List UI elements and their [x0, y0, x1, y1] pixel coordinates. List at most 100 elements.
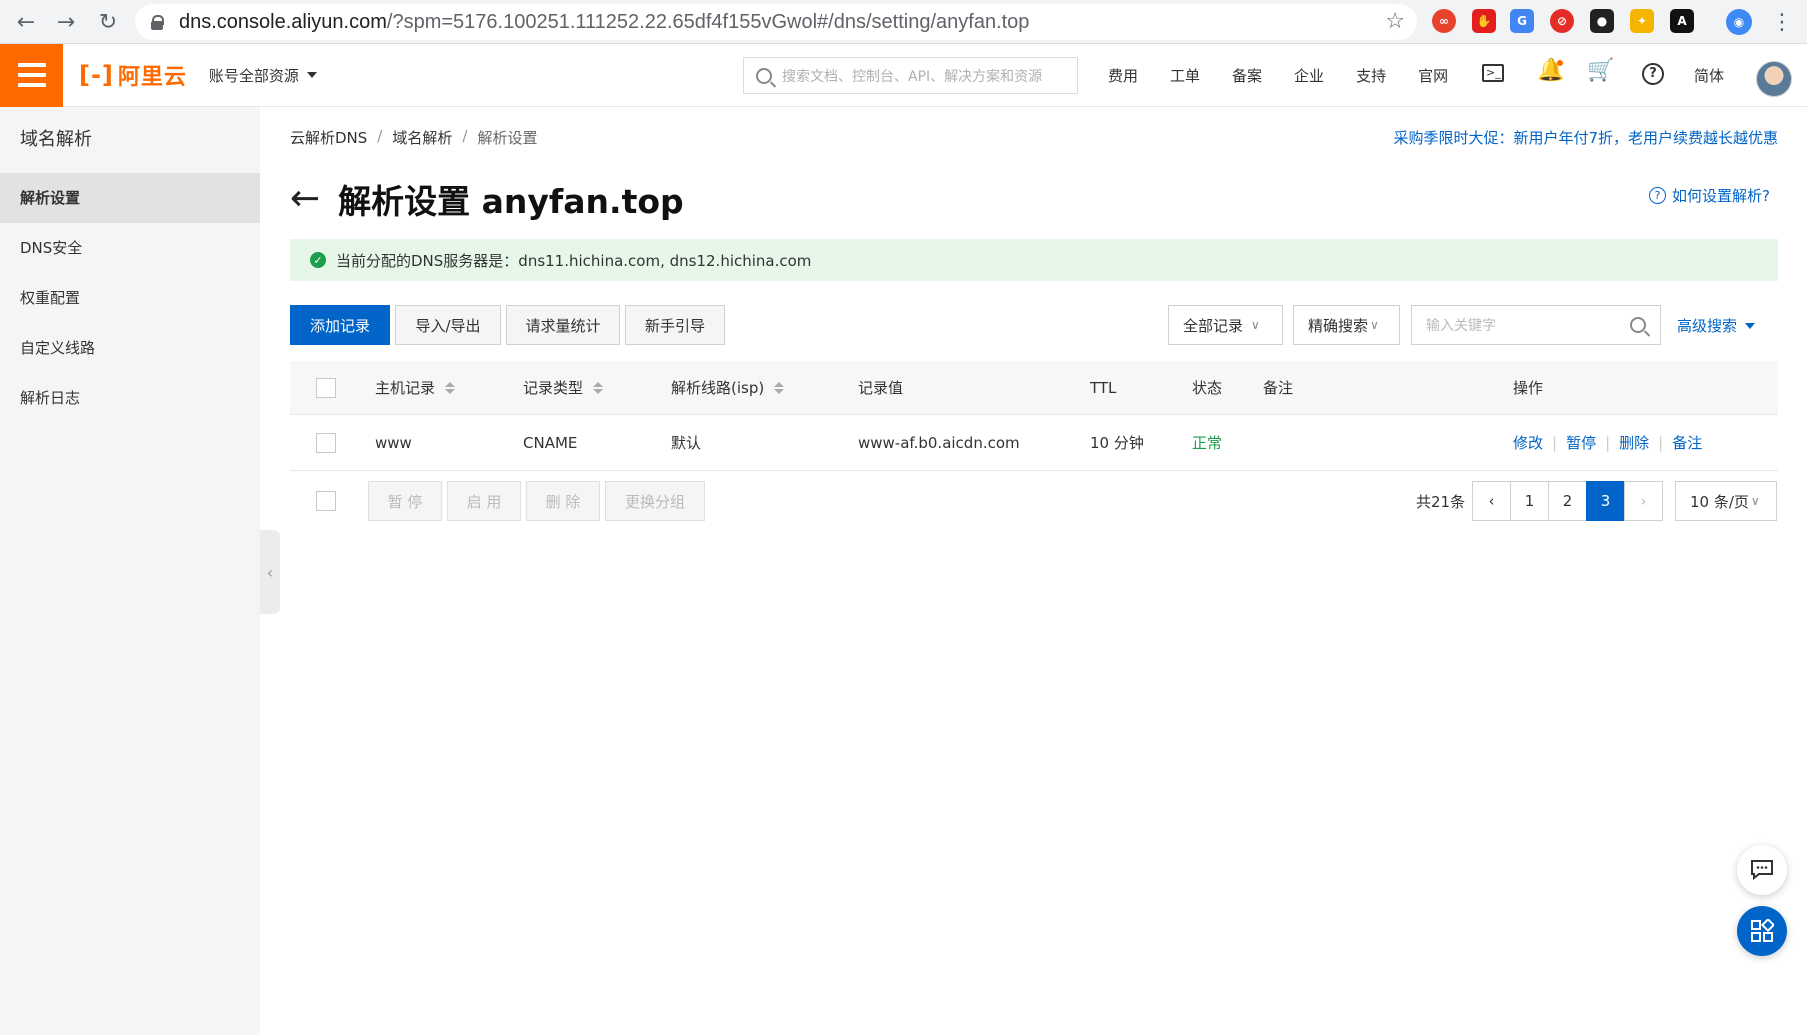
nav-enterprise[interactable]: 企业 [1294, 65, 1324, 86]
aliyun-logo[interactable]: [-] 阿里云 [79, 59, 187, 91]
advanced-search-link[interactable]: 高级搜索 [1677, 315, 1756, 336]
column-actions: 操作 [1513, 379, 1544, 397]
sort-icon[interactable] [774, 381, 785, 394]
check-circle-icon: ✓ [310, 252, 326, 268]
address-bar[interactable]: dns.console.aliyun.com/?spm=5176.100251.… [135, 4, 1417, 40]
extension-icon[interactable]: ⊘ [1550, 9, 1574, 33]
column-value: 记录值 [858, 379, 904, 397]
page-3[interactable]: 3 [1586, 481, 1625, 521]
sort-icon[interactable] [593, 381, 604, 394]
beginner-guide-button[interactable]: 新手引导 [625, 305, 725, 345]
question-icon: ? [1649, 187, 1667, 204]
prev-page-button[interactable]: ‹ [1472, 481, 1511, 521]
bulk-select-checkbox[interactable] [316, 491, 336, 511]
pause-link[interactable]: 暂停 [1566, 432, 1596, 453]
nav-tickets[interactable]: 工单 [1170, 65, 1200, 86]
total-count: 共21条 [1416, 493, 1466, 511]
sidebar-item-dns-settings[interactable]: 解析设置 [0, 173, 260, 223]
column-status: 状态 [1192, 379, 1223, 397]
column-line[interactable]: 解析线路(isp) [671, 361, 785, 414]
keyword-search-input[interactable]: 输入关键字 [1411, 305, 1661, 345]
record-toolbar: 添加记录 导入/导出 请求量统计 新手引导 全部记录 ∨ 精确搜索 ∨ 输入关键字 … [290, 305, 1778, 345]
nav-fees[interactable]: 费用 [1108, 65, 1138, 86]
status-badge: 正常 [1192, 434, 1223, 452]
reload-icon[interactable]: ↻ [88, 2, 128, 42]
breadcrumb: 云解析DNS / 域名解析 / 解析设置 [290, 127, 538, 148]
profile-icon[interactable]: ◉ [1726, 9, 1752, 35]
avatar[interactable] [1756, 61, 1792, 97]
bulk-pause-button[interactable]: 暂 停 [368, 481, 442, 521]
breadcrumb-cloud-dns[interactable]: 云解析DNS [290, 127, 367, 148]
search-icon[interactable] [1630, 317, 1646, 333]
dns-server-alert: ✓ 当前分配的DNS服务器是：dns11.hichina.com, dns12.… [290, 239, 1778, 281]
back-arrow-icon[interactable]: ← [290, 181, 320, 217]
search-icon [756, 67, 772, 84]
bulk-enable-button[interactable]: 启 用 [447, 481, 521, 521]
forward-icon[interactable]: → [46, 2, 86, 42]
add-record-button[interactable]: 添加记录 [290, 305, 390, 345]
row-actions: 修改 | 暂停 | 删除 | 备注 [1513, 432, 1703, 453]
hamburger-menu-icon[interactable] [0, 43, 63, 107]
adblock-icon[interactable]: ✋ [1472, 9, 1496, 33]
sidebar-item-dns-logs[interactable]: 解析日志 [0, 373, 260, 423]
account-resource-selector[interactable]: 账号全部资源 [209, 65, 317, 86]
extension-icon[interactable]: ● [1590, 9, 1614, 33]
page-1[interactable]: 1 [1510, 481, 1549, 521]
extension-icon[interactable]: ∞ [1432, 9, 1456, 33]
import-export-button[interactable]: 导入/导出 [395, 305, 501, 345]
row-checkbox[interactable] [316, 415, 336, 470]
help-icon[interactable]: ? [1642, 63, 1664, 85]
sidebar-item-weight-config[interactable]: 权重配置 [0, 273, 260, 323]
chevron-down-icon: ∨ [1370, 318, 1379, 332]
page-header: ← 解析设置 anyfan.top [290, 175, 684, 223]
apps-grid-icon [1751, 919, 1774, 942]
breadcrumb-domain-resolution[interactable]: 域名解析 [392, 127, 452, 148]
table-row: www CNAME 默认 www-af.b0.aicdn.com 10 分钟 正… [290, 415, 1778, 471]
global-search-input[interactable]: 搜索文档、控制台、API、解决方案和资源 [743, 57, 1078, 94]
extension-icon[interactable]: ✦ [1630, 9, 1654, 33]
bookmark-star-icon[interactable]: ☆ [1385, 9, 1405, 34]
page-title: 解析设置 anyfan.top [338, 182, 684, 221]
caret-down-icon [1745, 322, 1756, 329]
lock-icon [151, 15, 164, 30]
record-filter-select[interactable]: 全部记录 ∨ [1168, 305, 1283, 345]
column-type[interactable]: 记录类型 [523, 361, 604, 414]
translate-icon[interactable]: G [1510, 9, 1534, 33]
more-icon[interactable]: ⋮ [1762, 2, 1802, 42]
request-stats-button[interactable]: 请求量统计 [506, 305, 620, 345]
back-icon[interactable]: ← [6, 2, 46, 42]
bulk-change-group-button[interactable]: 更换分组 [605, 481, 705, 521]
search-mode-select[interactable]: 精确搜索 ∨ [1293, 305, 1400, 345]
help-link[interactable]: ? 如何设置解析? [1649, 185, 1770, 206]
chat-button[interactable] [1737, 845, 1787, 895]
page-2[interactable]: 2 [1548, 481, 1587, 521]
column-ttl: TTL [1090, 378, 1117, 397]
select-all-checkbox[interactable] [316, 361, 336, 414]
nav-support[interactable]: 支持 [1356, 65, 1386, 86]
cart-icon[interactable]: 🛒 [1587, 58, 1614, 83]
remark-link[interactable]: 备注 [1672, 432, 1702, 453]
sidebar-title: 域名解析 [20, 129, 92, 150]
console-header: [-] 阿里云 账号全部资源 搜索文档、控制台、API、解决方案和资源 费用 工单… [0, 43, 1807, 107]
language-switch[interactable]: 简体 [1694, 65, 1724, 86]
bulk-delete-button[interactable]: 删 除 [526, 481, 600, 521]
promo-link[interactable]: 采购季限时大促：新用户年付7折，老用户续费越长越优惠 [1393, 127, 1778, 148]
delete-link[interactable]: 删除 [1619, 432, 1649, 453]
sidebar-item-custom-lines[interactable]: 自定义线路 [0, 323, 260, 373]
column-host[interactable]: 主机记录 [375, 361, 456, 414]
sidebar-item-dns-security[interactable]: DNS安全 [0, 223, 260, 273]
nav-icp[interactable]: 备案 [1232, 65, 1262, 86]
extension-icon[interactable]: A [1670, 9, 1694, 33]
chevron-left-icon: ‹ [1488, 492, 1495, 510]
table-header: 主机记录 记录类型 解析线路(isp) 记录值 TTL 状态 备注 操作 [290, 361, 1778, 415]
edit-link[interactable]: 修改 [1513, 432, 1543, 453]
terminal-icon[interactable]: >_ [1482, 64, 1504, 82]
chevron-down-icon: ∨ [1750, 494, 1760, 508]
apps-button[interactable] [1737, 906, 1787, 956]
page-size-select[interactable]: 10 条/页 ∨ [1675, 481, 1777, 521]
next-page-button[interactable]: › [1624, 481, 1663, 521]
nav-official-site[interactable]: 官网 [1418, 65, 1448, 86]
sort-icon[interactable] [445, 381, 456, 394]
sidebar-collapse-handle[interactable]: ‹ [260, 530, 280, 614]
chat-icon [1751, 860, 1773, 880]
